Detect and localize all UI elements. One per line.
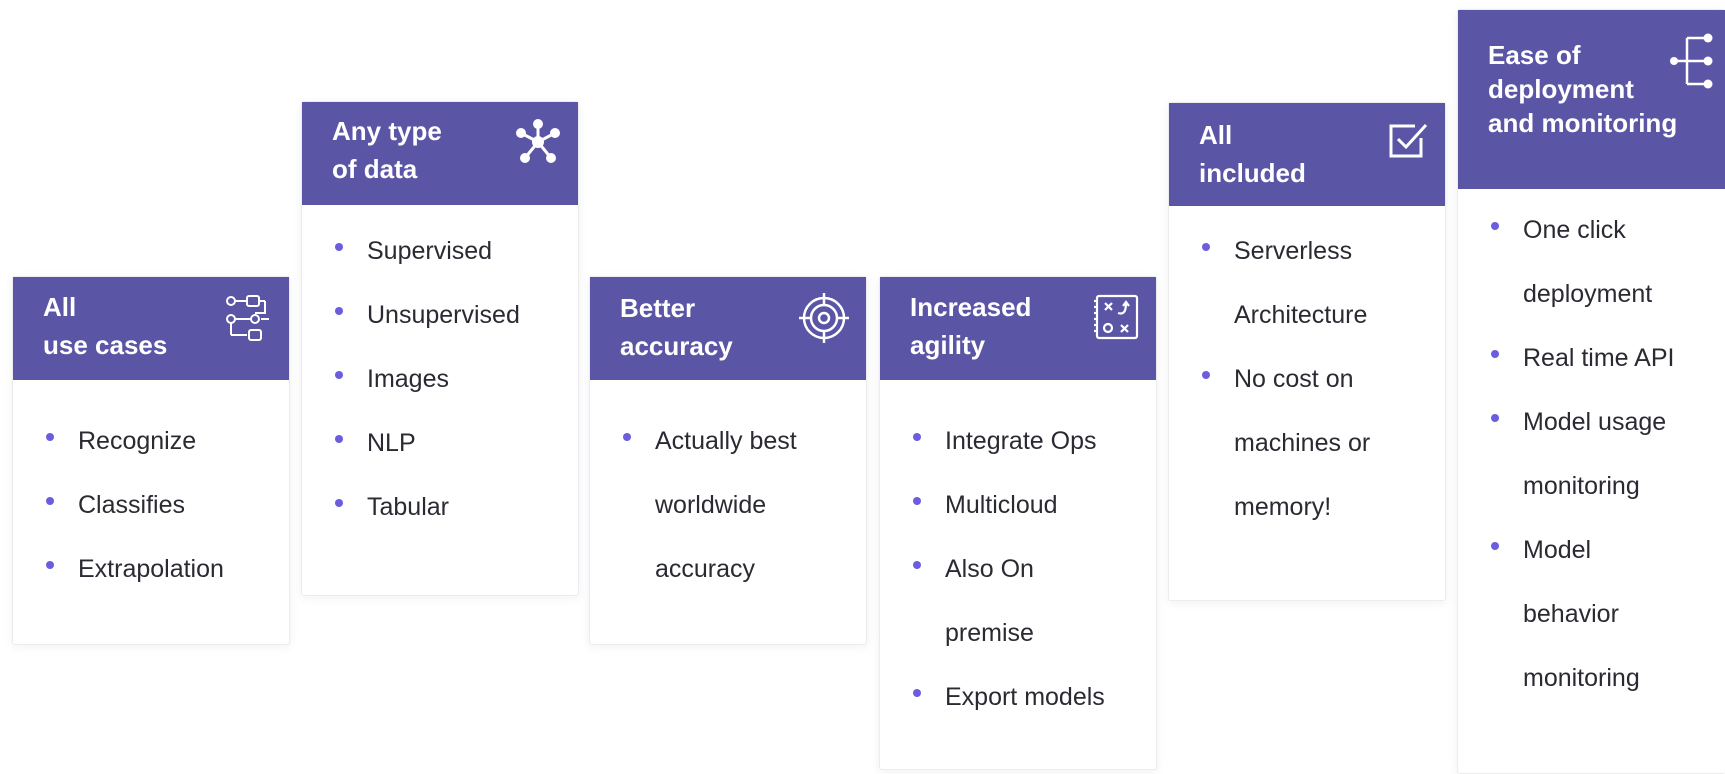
feature-card-data-types: Any type of data Supervised Unsupervised… (301, 101, 579, 596)
card-header: Any type of data (302, 102, 578, 205)
feature-list: One click deployment Real time API Model… (1458, 189, 1725, 710)
list-item: No cost on machines or memory! (1202, 347, 1394, 539)
feature-list: Integrate Ops Multicloud Also On premise… (880, 380, 1156, 729)
feature-list: Serverless Architecture No cost on machi… (1169, 206, 1445, 539)
list-item: Classifies (46, 473, 289, 537)
list-item: Integrate Ops (913, 409, 1156, 473)
feature-card-all-included: All included Serverless Architecture No … (1168, 102, 1446, 601)
list-item: Real time API (1491, 326, 1725, 390)
list-item: Multicloud (913, 473, 1156, 537)
network-nodes-icon (516, 119, 560, 163)
feature-card-accuracy: Better accuracy Actually best worldwide … (589, 276, 867, 645)
list-item: Images (335, 347, 578, 411)
feature-list: Recognize Classifies Extrapolation (13, 380, 289, 601)
feature-card-use-cases: All use cases Recognize Classifies Extra… (12, 276, 290, 645)
workflow-icon (226, 295, 269, 341)
list-item: Also On premise (913, 537, 1065, 665)
feature-list: Supervised Unsupervised Images NLP Tabul… (302, 205, 578, 539)
card-title: Ease of deployment and monitoring (1488, 40, 1678, 138)
list-item: Actually best worldwide accuracy (623, 409, 825, 601)
card-header: All included (1169, 103, 1445, 206)
card-header: Ease of deployment and monitoring (1458, 10, 1725, 189)
feature-card-deployment: Ease of deployment and monitoring One cl… (1457, 9, 1725, 774)
list-item: Serverless Architecture (1202, 219, 1404, 347)
card-header: All use cases (13, 277, 289, 380)
list-item: Recognize (46, 409, 289, 473)
deployment-tree-icon (1670, 33, 1713, 89)
card-title: All included (1199, 120, 1306, 188)
list-item: Tabular (335, 475, 578, 539)
list-item: One click deployment (1491, 198, 1673, 326)
list-item: Extrapolation (46, 537, 289, 601)
list-item: Export models (913, 665, 1156, 729)
card-header: Better accuracy (590, 277, 866, 380)
list-item: Unsupervised (335, 283, 578, 347)
list-item: NLP (335, 411, 578, 475)
list-item: Model usage monitoring (1491, 390, 1688, 518)
list-item: Model behavior monitoring (1491, 518, 1653, 710)
card-header: Increased agility (880, 277, 1156, 380)
checkbox-icon (1389, 123, 1428, 158)
feature-card-agility: Increased agility Integrate Ops Multiclo… (879, 276, 1157, 770)
list-item: Supervised (335, 219, 578, 283)
feature-list: Actually best worldwide accuracy (590, 380, 866, 601)
target-icon (799, 293, 849, 343)
strategy-board-icon (1094, 294, 1139, 340)
